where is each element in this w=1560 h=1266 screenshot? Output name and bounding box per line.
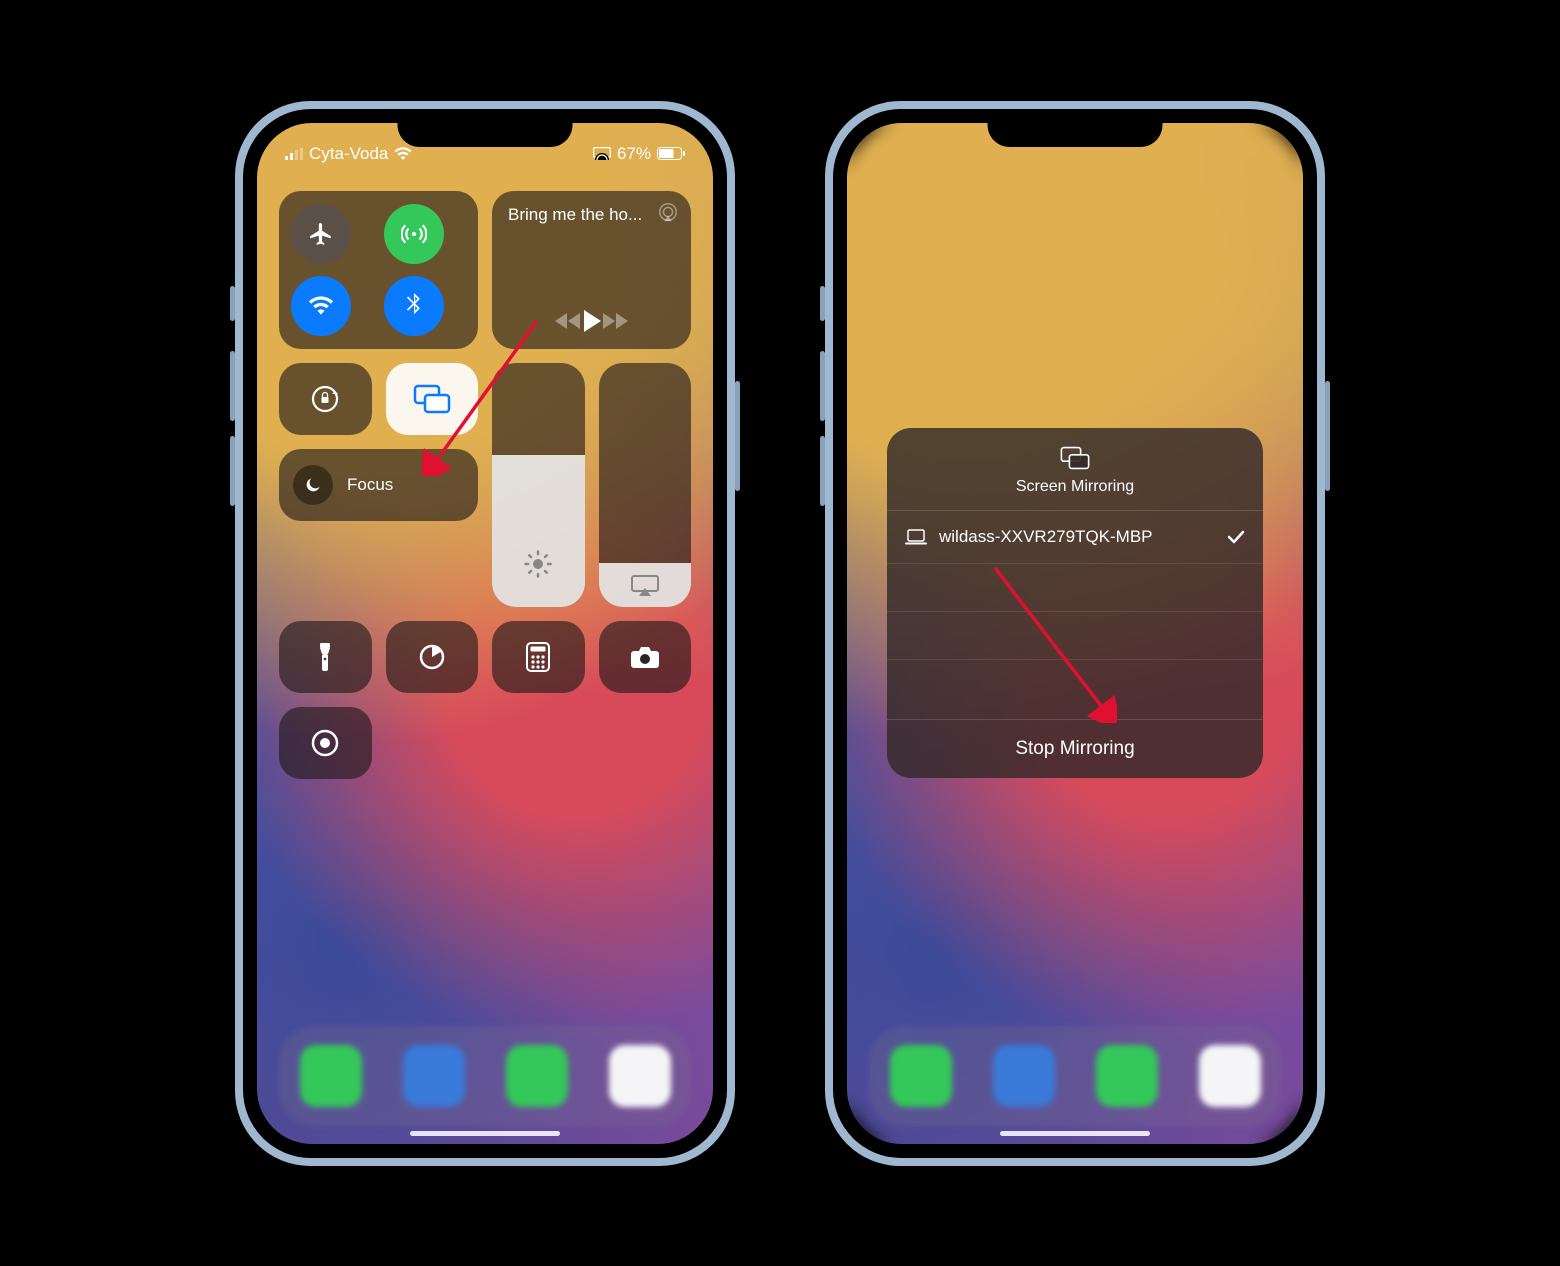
screen-record-button[interactable]	[279, 707, 372, 779]
record-icon	[310, 728, 340, 758]
wifi-icon	[308, 296, 334, 316]
focus-button[interactable]: Focus	[279, 449, 478, 521]
screen-mirroring-sheet-panel: Screen Mirroring wildass-XXVR279TQK-MBP …	[887, 428, 1263, 778]
dock-app[interactable]	[300, 1045, 362, 1107]
blank-row	[887, 611, 1263, 659]
dock-app[interactable]	[890, 1045, 952, 1107]
blank-row	[887, 563, 1263, 611]
dock-app[interactable]	[993, 1045, 1055, 1107]
screen-mirror-status-icon	[593, 147, 611, 160]
mute-switch	[230, 286, 235, 321]
dock	[279, 1026, 691, 1126]
brightness-fill	[492, 455, 585, 606]
volume-fill	[599, 563, 692, 607]
laptop-icon	[905, 529, 927, 545]
brightness-slider[interactable]	[492, 363, 585, 607]
mute-switch	[820, 286, 825, 321]
timer-button[interactable]	[386, 621, 479, 693]
phone-mockup-right: Screen Mirroring wildass-XXVR279TQK-MBP …	[825, 101, 1325, 1166]
home-indicator[interactable]	[410, 1131, 560, 1136]
moon-icon	[293, 465, 333, 505]
screen-mirroring-button[interactable]	[386, 363, 479, 435]
bluetooth-icon	[406, 293, 422, 319]
carrier-label: Cyta-Voda	[309, 144, 388, 164]
battery-icon	[657, 147, 685, 160]
sun-icon	[523, 549, 553, 579]
dock-app[interactable]	[403, 1045, 465, 1107]
device-name: wildass-XXVR279TQK-MBP	[939, 527, 1153, 547]
volume-up-button	[820, 351, 825, 421]
sheet-title: Screen Mirroring	[1016, 478, 1134, 495]
stop-mirroring-label: Stop Mirroring	[1015, 738, 1134, 759]
wifi-toggle[interactable]	[291, 276, 351, 336]
timer-icon	[418, 643, 446, 671]
screen-control-center: Cyta-Voda 67%	[257, 123, 713, 1144]
bluetooth-toggle[interactable]	[384, 276, 444, 336]
home-indicator[interactable]	[1000, 1131, 1150, 1136]
orientation-lock-icon	[309, 383, 341, 415]
screen-mirroring-sheet: Screen Mirroring wildass-XXVR279TQK-MBP …	[847, 123, 1303, 1144]
side-button	[735, 381, 740, 491]
flashlight-icon	[317, 641, 333, 673]
airplay-video-icon	[630, 574, 660, 596]
dock-app[interactable]	[1199, 1045, 1261, 1107]
volume-up-button	[230, 351, 235, 421]
orientation-lock-button[interactable]	[279, 363, 372, 435]
volume-down-button	[230, 436, 235, 506]
stop-mirroring-button[interactable]: Stop Mirroring	[887, 719, 1263, 778]
checkmark-icon	[1227, 530, 1245, 544]
wifi-icon	[394, 147, 412, 161]
camera-icon	[630, 645, 660, 669]
rewind-button[interactable]	[554, 312, 582, 330]
now-playing-panel[interactable]: Bring me the ho...	[492, 191, 691, 349]
airplay-audio-icon[interactable]	[657, 201, 679, 223]
mirror-device-row[interactable]: wildass-XXVR279TQK-MBP	[887, 510, 1263, 563]
calculator-button[interactable]	[492, 621, 585, 693]
dock-app[interactable]	[609, 1045, 671, 1107]
volume-down-button	[820, 436, 825, 506]
connectivity-panel[interactable]	[279, 191, 478, 349]
airplane-mode-toggle[interactable]	[291, 204, 351, 264]
fast-forward-button[interactable]	[602, 312, 630, 330]
focus-label: Focus	[347, 475, 393, 495]
dock-app[interactable]	[1096, 1045, 1158, 1107]
airplane-icon	[308, 221, 334, 247]
battery-pct-label: 67%	[617, 144, 651, 164]
screen-mirroring-icon	[413, 384, 451, 414]
cellular-data-toggle[interactable]	[384, 204, 444, 264]
play-button[interactable]	[582, 309, 602, 333]
volume-slider[interactable]	[599, 363, 692, 607]
calculator-icon	[526, 642, 550, 672]
antenna-icon	[401, 221, 427, 247]
camera-button[interactable]	[599, 621, 692, 693]
signal-icon	[285, 148, 303, 160]
track-title: Bring me the ho...	[508, 205, 675, 225]
notch	[988, 109, 1163, 147]
dock	[869, 1026, 1281, 1126]
dock-app[interactable]	[506, 1045, 568, 1107]
phone-mockup-left: Cyta-Voda 67%	[235, 101, 735, 1166]
side-button	[1325, 381, 1330, 491]
notch	[398, 109, 573, 147]
screen-mirroring-icon	[1059, 446, 1091, 470]
flashlight-button[interactable]	[279, 621, 372, 693]
